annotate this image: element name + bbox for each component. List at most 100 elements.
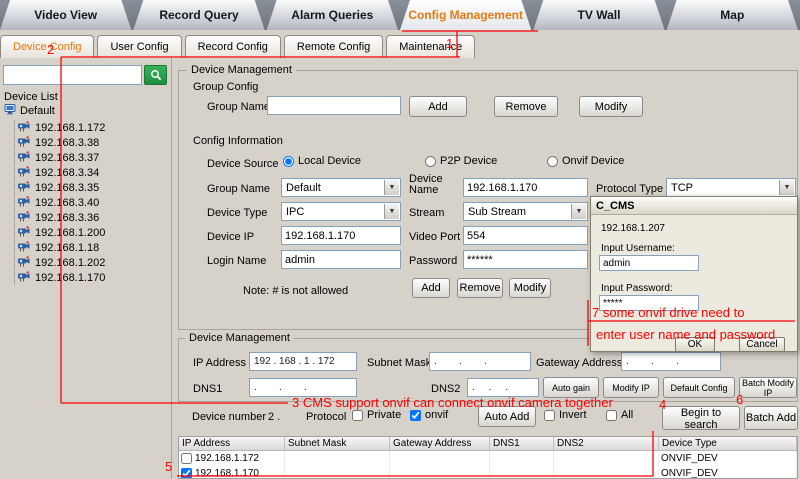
device-tree-item[interactable]: 192.168.1.172 bbox=[18, 120, 105, 135]
cms-window: Video View Record Query Alarm Queries Co… bbox=[0, 0, 800, 479]
begin-search-button[interactable]: Begin to search bbox=[662, 406, 740, 431]
dialog-ok-button[interactable]: OK bbox=[675, 337, 715, 352]
batch-modify-ip-button[interactable]: Batch Modify IP bbox=[739, 377, 797, 398]
device-ip-input[interactable] bbox=[281, 226, 401, 245]
device-tree-item[interactable]: 192.168.1.18 bbox=[18, 240, 105, 255]
device-ip-label: 192.168.1.200 bbox=[35, 226, 106, 239]
device-tree-item[interactable]: 192.168.3.34 bbox=[18, 165, 105, 180]
protocol-type-select[interactable]: TCP ▼ bbox=[666, 178, 796, 197]
tab-map[interactable]: Map bbox=[667, 0, 798, 30]
radio-local-device-input[interactable] bbox=[283, 155, 294, 167]
device-add-button[interactable]: Add bbox=[412, 278, 450, 298]
row-ip: 192.168.1.170 bbox=[195, 468, 259, 479]
dialog-password-input[interactable] bbox=[599, 295, 699, 311]
camera-icon bbox=[18, 240, 31, 255]
device-tree-root[interactable]: Default bbox=[4, 104, 55, 118]
device-tree-item[interactable]: 192.168.3.38 bbox=[18, 135, 105, 150]
tab-maintenance[interactable]: Maintenance bbox=[386, 35, 476, 58]
device-name-input[interactable] bbox=[463, 178, 588, 197]
device-remove-button[interactable]: Remove bbox=[457, 278, 503, 298]
private-checkbox-input[interactable] bbox=[352, 409, 363, 421]
radio-local-device-label: Local Device bbox=[298, 155, 361, 167]
tab-user-config[interactable]: User Config bbox=[97, 35, 182, 58]
radio-onvif-device[interactable]: Onvif Device bbox=[547, 155, 624, 167]
onvif-checkbox-label: onvif bbox=[425, 409, 449, 421]
device-tree-item[interactable]: 192.168.3.37 bbox=[18, 150, 105, 165]
device-tree-item[interactable]: 192.168.3.40 bbox=[18, 195, 105, 210]
col-ip-address[interactable]: IP Address bbox=[179, 437, 285, 450]
radio-onvif-device-input[interactable] bbox=[547, 155, 558, 167]
tab-record-config[interactable]: Record Config bbox=[184, 35, 281, 58]
camera-icon bbox=[18, 180, 31, 195]
device-tree-item[interactable]: 192.168.1.200 bbox=[18, 225, 105, 240]
row-device-type: ONVIF_DEV bbox=[661, 453, 718, 464]
tab-config-management[interactable]: Config Management bbox=[400, 0, 531, 30]
password-input[interactable] bbox=[463, 250, 588, 269]
search-button[interactable] bbox=[144, 65, 167, 85]
device-ip-label: 192.168.3.38 bbox=[35, 136, 100, 149]
radio-onvif-device-label: Onvif Device bbox=[562, 155, 625, 167]
dialog-username-label: Input Username: bbox=[601, 243, 675, 254]
group-name-input[interactable] bbox=[267, 96, 401, 115]
tab-device-config[interactable]: Device Config bbox=[0, 35, 95, 58]
dialog-cancel-button[interactable]: Cancel bbox=[739, 337, 785, 352]
tab-tv-wall[interactable]: TV Wall bbox=[533, 0, 664, 30]
tab-alarm-queries[interactable]: Alarm Queries bbox=[267, 0, 398, 30]
batch-add-button[interactable]: Batch Add bbox=[744, 406, 798, 430]
device-tree-item[interactable]: 192.168.1.170 bbox=[18, 270, 105, 285]
tab-remote-config[interactable]: Remote Config bbox=[283, 35, 384, 58]
modify-ip-button[interactable]: Modify IP bbox=[603, 377, 659, 398]
radio-p2p-device-input[interactable] bbox=[425, 155, 436, 167]
invert-checkbox[interactable]: Invert bbox=[544, 409, 587, 421]
group-add-button[interactable]: Add bbox=[409, 96, 467, 117]
col-gateway-address[interactable]: Gateway Address bbox=[390, 437, 490, 450]
invert-checkbox-input[interactable] bbox=[544, 409, 555, 421]
device-ip-label: Device IP bbox=[207, 231, 255, 243]
auto-gain-button[interactable]: Auto gain bbox=[543, 377, 599, 398]
device-number-value: 2 . bbox=[268, 411, 281, 423]
auto-add-button[interactable]: Auto Add bbox=[478, 406, 536, 427]
row-checkbox[interactable] bbox=[181, 453, 192, 464]
gateway-address-field[interactable]: . . . bbox=[621, 352, 721, 371]
radio-local-device[interactable]: Local Device bbox=[283, 155, 361, 167]
col-dns2[interactable]: DNS2 bbox=[554, 437, 659, 450]
table-row[interactable]: 192.168.1.172 ONVIF_DEV bbox=[179, 451, 797, 466]
subnet-mask-field[interactable]: . . . bbox=[429, 352, 531, 371]
radio-p2p-device[interactable]: P2P Device bbox=[425, 155, 497, 167]
all-checkbox[interactable]: All bbox=[606, 409, 633, 421]
onvif-checkbox[interactable]: onvif bbox=[410, 409, 448, 421]
col-subnet-mask[interactable]: Subnet Mask bbox=[285, 437, 390, 450]
ip-address-field[interactable]: 192 . 168 . 1 . 172 bbox=[249, 352, 357, 371]
stream-select[interactable]: Sub Stream ▼ bbox=[463, 202, 588, 221]
login-name-input[interactable] bbox=[281, 250, 401, 269]
device-source-label: Device Source bbox=[207, 158, 279, 170]
dialog-titlebar[interactable]: C_CMS bbox=[591, 197, 797, 215]
col-dns1[interactable]: DNS1 bbox=[490, 437, 554, 450]
table-row[interactable]: 192.168.1.170 ONVIF_DEV bbox=[179, 466, 797, 479]
device-tree-item[interactable]: 192.168.1.202 bbox=[18, 255, 105, 270]
device-tree-item[interactable]: 192.168.3.36 bbox=[18, 210, 105, 225]
group-remove-button[interactable]: Remove bbox=[494, 96, 558, 117]
row-checkbox[interactable] bbox=[181, 468, 192, 478]
tab-record-query[interactable]: Record Query bbox=[133, 0, 264, 30]
dns2-field[interactable]: . . . bbox=[467, 378, 539, 397]
dns1-field[interactable]: . . . bbox=[249, 378, 357, 397]
default-config-button[interactable]: Default Config bbox=[663, 377, 735, 398]
private-checkbox[interactable]: Private bbox=[352, 409, 401, 421]
tab-video-view[interactable]: Video View bbox=[0, 0, 131, 30]
search-icon bbox=[150, 70, 161, 81]
video-port-input[interactable] bbox=[463, 226, 588, 245]
device-ip-label: 192.168.1.202 bbox=[35, 256, 106, 269]
group-name-select[interactable]: Default ▼ bbox=[281, 178, 401, 197]
device-modify-button[interactable]: Modify bbox=[509, 278, 551, 298]
device-tree-item[interactable]: 192.168.3.35 bbox=[18, 180, 105, 195]
device-type-select[interactable]: IPC ▼ bbox=[281, 202, 401, 221]
col-device-type[interactable]: Device Type bbox=[659, 437, 797, 450]
device-search-input[interactable] bbox=[3, 65, 142, 85]
group-modify-button[interactable]: Modify bbox=[579, 96, 643, 117]
onvif-checkbox-input[interactable] bbox=[410, 409, 421, 421]
table-header-row: IP Address Subnet Mask Gateway Address D… bbox=[179, 437, 797, 451]
dialog-username-input[interactable] bbox=[599, 255, 699, 271]
device-number-label: Device number bbox=[192, 411, 266, 423]
all-checkbox-input[interactable] bbox=[606, 409, 617, 421]
